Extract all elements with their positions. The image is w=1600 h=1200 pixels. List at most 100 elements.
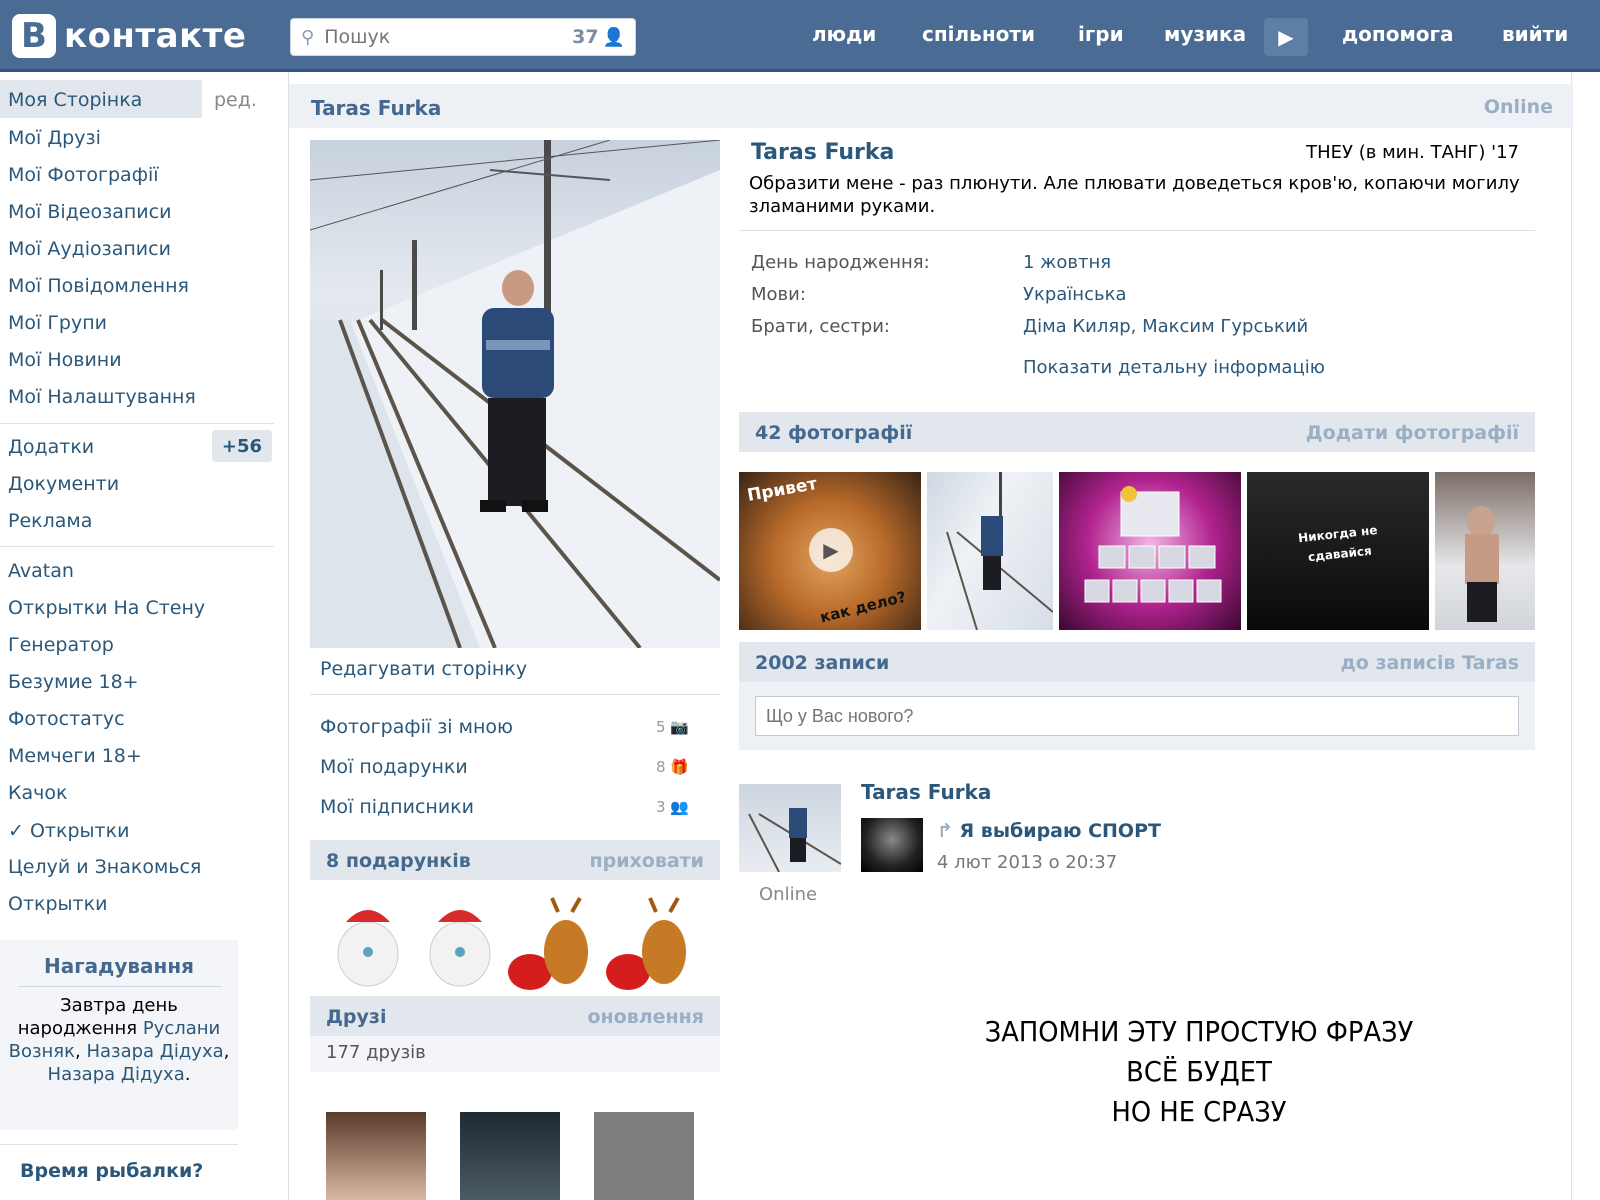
quote-line: ЗАПОМНИ ЭТУ ПРОСТУЮ ФРАЗУ	[984, 1015, 1414, 1048]
top-header: В контакте ⚲ 37 👤 люди спільноти ігри му…	[0, 0, 1600, 72]
divider	[739, 230, 1535, 231]
my-followers-link[interactable]: Мої підписники	[320, 796, 474, 818]
logo-text: контакте	[64, 16, 247, 56]
vk-logo[interactable]: В контакте	[12, 14, 246, 58]
video-play-icon[interactable]: ▶	[809, 528, 853, 572]
gifts-title[interactable]: 8 подарунків	[326, 850, 471, 872]
gift-reindeer-icon	[508, 897, 588, 990]
photo-thumb-rails[interactable]	[927, 472, 1053, 630]
wall-title[interactable]: 2002 записи	[755, 652, 889, 674]
sidebar-app-photostatus[interactable]: Фотостатус	[8, 708, 125, 730]
friend-avatar[interactable]	[460, 1112, 560, 1200]
photo-thumb-forest[interactable]	[1435, 472, 1535, 630]
post-author-avatar[interactable]	[739, 784, 841, 872]
edit-page-link[interactable]: Редагувати сторінку	[320, 658, 527, 680]
sidebar-app-kachok[interactable]: Качок	[8, 782, 67, 804]
photos-title[interactable]: 42 фотографії	[755, 422, 912, 444]
reminder-text: Завтра день народження Руслани Возняк, Н…	[4, 994, 234, 1086]
profile-status[interactable]: Образити мене - раз плюнути. Але плювати…	[749, 172, 1539, 218]
shared-post-title[interactable]: ↱ Я выбираю СПОРТ	[937, 820, 1161, 842]
gift-dog-icon	[429, 910, 491, 987]
count-value: 5	[655, 718, 666, 736]
sidebar-item-photos[interactable]: Мої Фотографії	[8, 164, 159, 186]
photos-with-me-link[interactable]: Фотографії зі мною	[320, 716, 513, 738]
gifts-count: 8 🎁	[656, 758, 689, 776]
nav-logout[interactable]: вийти	[1502, 22, 1568, 46]
friend-avatar[interactable]	[326, 1112, 426, 1200]
show-details-link[interactable]: Показати детальну інформацію	[1023, 357, 1325, 378]
camera-icon: 📷	[670, 718, 689, 736]
search-box[interactable]: ⚲ 37 👤	[290, 18, 636, 56]
shared-source-avatar[interactable]	[861, 818, 923, 872]
sidebar-app-bezumie[interactable]: Безумие 18+	[8, 671, 139, 693]
photo-thumb-collage[interactable]	[1059, 472, 1241, 630]
profile-photo-image	[310, 140, 720, 648]
online-status: Online	[1483, 96, 1553, 118]
post-time-text: 4 лют 2013 о 20:37	[937, 852, 1118, 873]
sidebar-item-ads[interactable]: Реклама	[8, 510, 92, 532]
play-icon[interactable]: ▶	[1264, 18, 1308, 56]
sidebar-item-settings[interactable]: Мої Налаштування	[8, 386, 196, 408]
siblings-value[interactable]: Діма Киляр, Максим Гурський	[1023, 316, 1308, 337]
sidebar-item-friends[interactable]: Мої Друзі	[8, 127, 101, 149]
apps-badge[interactable]: +56	[212, 430, 272, 462]
birthday-value[interactable]: 1 жовтня	[1023, 252, 1111, 273]
reminder-name-link[interactable]: Назара Дідуха	[48, 1064, 185, 1085]
post-input[interactable]	[755, 696, 1519, 736]
sidebar-app-postcards-wall[interactable]: Открытки На Стену	[8, 597, 205, 619]
sidebar-divider	[0, 1144, 238, 1145]
profile-name: Taras Furka	[751, 140, 895, 165]
search-input[interactable]	[324, 26, 573, 48]
wall-header: 2002 записи до записів Taras	[739, 642, 1535, 682]
sidebar-app-postcards[interactable]: Открытки	[8, 893, 107, 915]
profile-education[interactable]: ТНЕУ (в мин. ТАНГ) '17	[1306, 142, 1519, 163]
sidebar-item-messages[interactable]: Мої Повідомлення	[8, 275, 189, 297]
nav-help[interactable]: допомога	[1342, 22, 1453, 46]
sidebar-item-groups[interactable]: Мої Групи	[8, 312, 107, 334]
sidebar-app-kiss[interactable]: Целуй и Знакомься	[8, 856, 201, 878]
gifts-header: 8 подарунків приховати	[310, 840, 720, 880]
sidebar-item-apps[interactable]: Додатки	[8, 436, 94, 458]
reminder-divider	[18, 986, 222, 987]
followers-count: 3 👥	[656, 798, 689, 816]
sidebar-item-news[interactable]: Мої Новини	[8, 349, 122, 371]
photos-with-me-count: 5 📷	[656, 718, 689, 736]
thumb-image	[946, 472, 1053, 630]
people-icon: 👥	[670, 798, 689, 816]
friends-updates-link[interactable]: оновлення	[587, 1006, 704, 1028]
friends-title[interactable]: Друзі	[326, 1006, 386, 1028]
nav-games[interactable]: ігри	[1078, 22, 1124, 46]
nav-people[interactable]: люди	[812, 22, 876, 46]
profile-titlebar: Taras Furka Online	[289, 84, 1573, 128]
sidebar-app-generator[interactable]: Генератор	[8, 634, 114, 656]
sidebar-app-postcards-checked[interactable]: ✓ Открытки	[8, 820, 129, 842]
nav-communities[interactable]: спільноти	[922, 22, 1035, 46]
sidebar-app-avatan[interactable]: Avatan	[8, 560, 74, 582]
divider	[310, 694, 720, 695]
wall-filter-link[interactable]: до записів Taras	[1340, 652, 1519, 674]
profile-photo[interactable]	[310, 140, 720, 648]
sidebar-item-my-page[interactable]: Моя Сторінка	[8, 89, 142, 111]
sidebar-app-memes[interactable]: Мемчеги 18+	[8, 745, 142, 767]
post-author-name[interactable]: Taras Furka	[861, 780, 991, 804]
ad-title[interactable]: Время рыбалки?	[20, 1160, 203, 1182]
sidebar-item-documents[interactable]: Документи	[8, 473, 119, 495]
reminder-sep: ,	[223, 1041, 230, 1062]
nav-music[interactable]: музика	[1164, 22, 1246, 46]
add-photos-link[interactable]: Додати фотографії	[1306, 422, 1519, 444]
gifts-hide-link[interactable]: приховати	[589, 850, 704, 872]
photo-thumb-hamster[interactable]: Привет как дело? ▶	[739, 472, 921, 630]
photo-thumb-tshirt[interactable]: Никогда не сдавайся	[1247, 472, 1429, 630]
sidebar-item-videos[interactable]: Мої Відеозаписи	[8, 201, 171, 223]
profile-main: Taras Furka Online Редагувати сторінку Ф…	[288, 72, 1573, 1200]
friends-count: 177 друзів	[326, 1042, 426, 1063]
sidebar-item-audios[interactable]: Мої Аудіозаписи	[8, 238, 171, 260]
count-value: 8	[655, 758, 666, 776]
my-gifts-link[interactable]: Мої подарунки	[320, 756, 468, 778]
languages-value[interactable]: Українська	[1023, 284, 1126, 305]
friend-avatar[interactable]	[594, 1112, 694, 1200]
sidebar-edit-link[interactable]: ред.	[214, 89, 257, 111]
share-icon: ↱	[937, 820, 953, 842]
reminder-name-link[interactable]: Назара Дідуха	[86, 1041, 223, 1062]
post-timestamp[interactable]: 4 лют 2013 о 20:37	[937, 852, 1117, 873]
